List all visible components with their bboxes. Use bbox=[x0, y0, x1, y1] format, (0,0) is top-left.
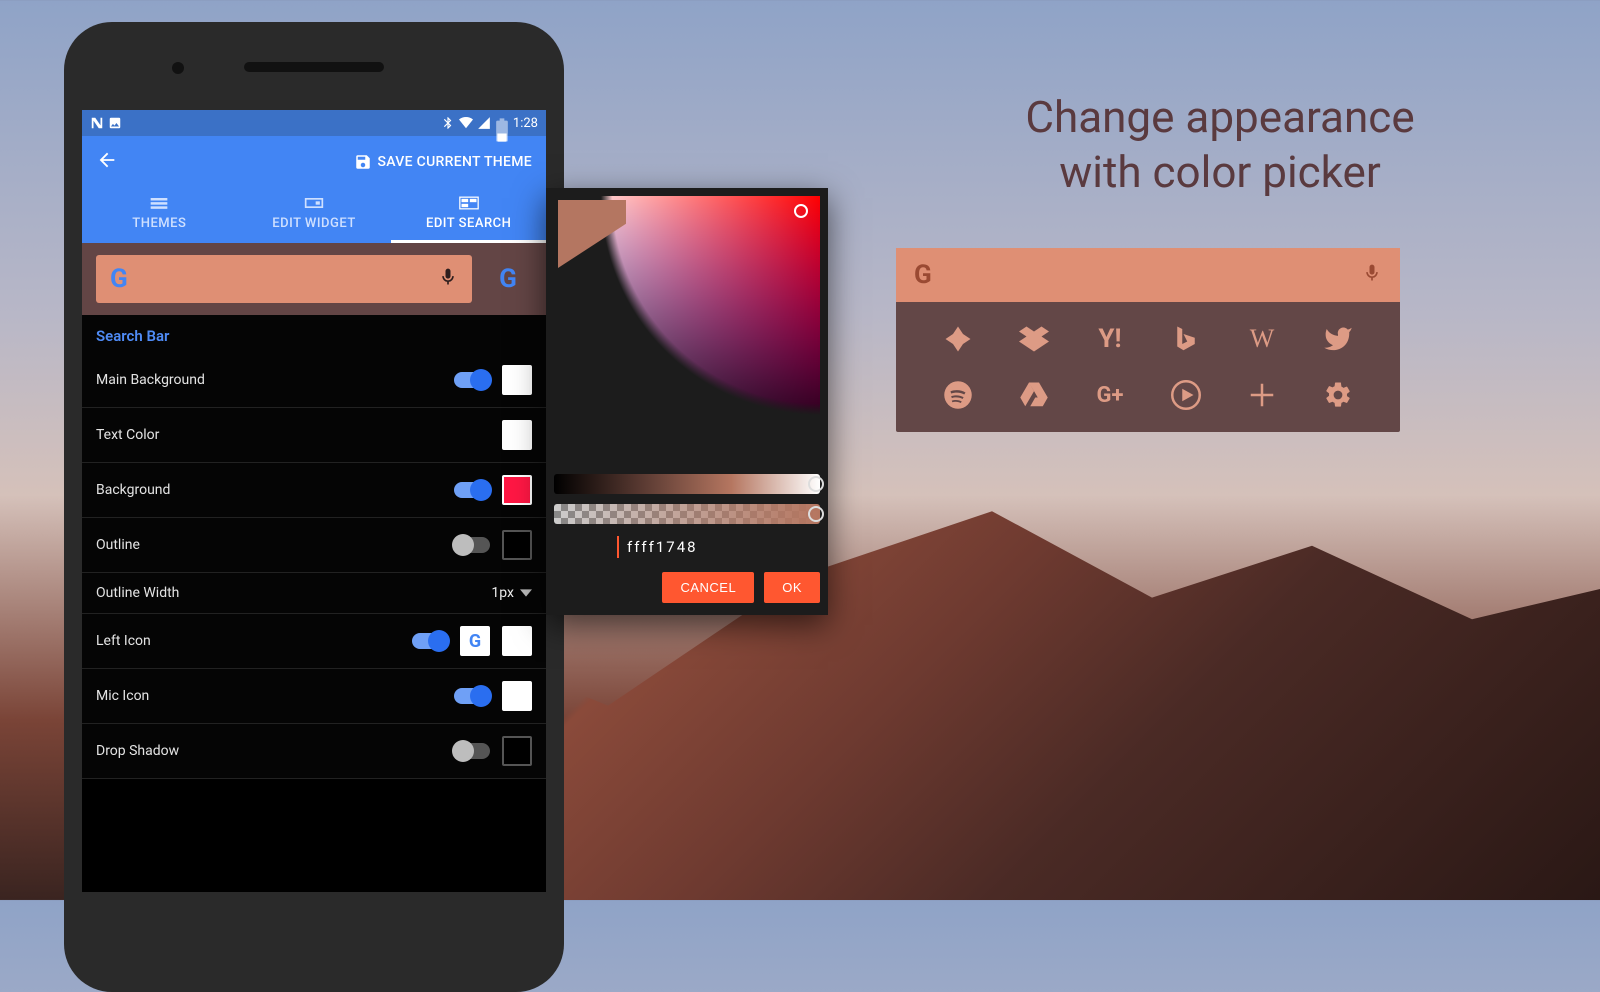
color-picker-dialog: CANCEL OK bbox=[546, 188, 828, 615]
clock-text: 1:28 bbox=[513, 116, 538, 131]
google-icon-swatch[interactable]: G bbox=[460, 626, 490, 656]
row-drop-shadow[interactable]: Drop Shadow bbox=[82, 724, 546, 779]
slider-thumb[interactable] bbox=[808, 506, 824, 522]
ok-button[interactable]: OK bbox=[764, 572, 820, 603]
row-label: Outline bbox=[96, 537, 140, 553]
tab-label: EDIT WIDGET bbox=[272, 216, 356, 231]
phone-camera bbox=[172, 62, 184, 74]
image-icon bbox=[108, 116, 122, 130]
headline-line2: with color picker bbox=[900, 145, 1540, 200]
row-label: Background bbox=[96, 482, 170, 498]
row-main-background[interactable]: Main Background bbox=[82, 353, 546, 408]
row-outline-width[interactable]: Outline Width 1px bbox=[82, 573, 546, 614]
back-icon[interactable] bbox=[96, 149, 118, 175]
save-theme-label: SAVE CURRENT THEME bbox=[378, 154, 532, 170]
google-plus-icon[interactable]: G+ bbox=[1072, 380, 1148, 410]
bing-icon[interactable] bbox=[1148, 324, 1224, 354]
spotify-icon[interactable] bbox=[920, 380, 996, 410]
tab-label: THEMES bbox=[132, 216, 186, 231]
battery-icon bbox=[495, 116, 509, 130]
outline-width-dropdown[interactable]: 1px bbox=[491, 585, 532, 601]
wifi-icon bbox=[459, 116, 473, 130]
row-outline[interactable]: Outline bbox=[82, 518, 546, 573]
mic-icon[interactable] bbox=[1362, 263, 1382, 287]
bluetooth-icon bbox=[441, 116, 455, 130]
preview-search-bar: G bbox=[96, 255, 472, 303]
tab-themes[interactable]: THEMES bbox=[82, 188, 237, 243]
row-label: Outline Width bbox=[96, 585, 179, 601]
hue-slider[interactable] bbox=[554, 474, 820, 494]
row-label: Text Color bbox=[96, 427, 159, 443]
row-label: Left Icon bbox=[96, 633, 151, 649]
section-title: Search Bar bbox=[82, 315, 546, 353]
wikipedia-icon[interactable]: W bbox=[1224, 324, 1300, 354]
row-text-color[interactable]: Text Color bbox=[82, 408, 546, 463]
phone-frame: 1:28 SAVE CURRENT THEME THEMES bbox=[64, 22, 564, 992]
search-preview: G G bbox=[82, 243, 546, 315]
photos-icon[interactable] bbox=[920, 324, 996, 354]
row-label: Main Background bbox=[96, 372, 205, 388]
alpha-slider[interactable] bbox=[554, 504, 820, 524]
tab-edit-search[interactable]: EDIT SEARCH bbox=[391, 188, 546, 243]
google-g-icon: G bbox=[110, 264, 128, 294]
row-background[interactable]: Background bbox=[82, 463, 546, 518]
toggle[interactable] bbox=[454, 537, 490, 553]
widget-icon-grid: Y! W G+ bbox=[896, 302, 1400, 414]
google-g-icon: G bbox=[914, 260, 932, 290]
color-swatch[interactable] bbox=[502, 736, 532, 766]
color-swatch[interactable] bbox=[502, 530, 532, 560]
color-swatch[interactable] bbox=[502, 420, 532, 450]
save-theme-button[interactable]: SAVE CURRENT THEME bbox=[354, 153, 532, 171]
tab-edit-widget[interactable]: EDIT WIDGET bbox=[237, 188, 392, 243]
color-swatch[interactable] bbox=[502, 626, 532, 656]
dropdown-value: 1px bbox=[491, 585, 514, 601]
toggle[interactable] bbox=[412, 633, 448, 649]
row-mic-icon[interactable]: Mic Icon bbox=[82, 669, 546, 724]
play-music-icon[interactable] bbox=[1148, 380, 1224, 410]
sv-cursor[interactable] bbox=[794, 204, 808, 218]
cell-signal-icon bbox=[477, 116, 491, 130]
phone-screen: 1:28 SAVE CURRENT THEME THEMES bbox=[82, 110, 546, 892]
row-left-icon[interactable]: Left Icon G bbox=[82, 614, 546, 669]
search-widget: G Y! W G+ bbox=[896, 248, 1400, 432]
color-swatch[interactable] bbox=[502, 475, 532, 505]
statusbar: 1:28 bbox=[82, 110, 546, 136]
toggle[interactable] bbox=[454, 482, 490, 498]
cancel-button[interactable]: CANCEL bbox=[662, 572, 754, 603]
slider-thumb[interactable] bbox=[808, 476, 824, 492]
twitter-icon[interactable] bbox=[1300, 324, 1376, 354]
headline: Change appearance with color picker bbox=[900, 90, 1540, 200]
appbar: SAVE CURRENT THEME THEMES EDIT WIDGET ED… bbox=[82, 136, 546, 243]
drive-icon[interactable] bbox=[996, 380, 1072, 410]
saturation-value-area[interactable] bbox=[554, 196, 820, 464]
dropbox-icon[interactable] bbox=[996, 324, 1072, 354]
selected-color-preview bbox=[558, 200, 626, 268]
widget-search-bar[interactable]: G bbox=[896, 248, 1400, 302]
mic-icon bbox=[438, 267, 458, 291]
headline-line1: Change appearance bbox=[900, 90, 1540, 145]
phone-speaker bbox=[244, 62, 384, 72]
settings-icon[interactable] bbox=[1300, 380, 1376, 410]
row-label: Mic Icon bbox=[96, 688, 149, 704]
toggle[interactable] bbox=[454, 372, 490, 388]
row-label: Drop Shadow bbox=[96, 743, 179, 759]
n-preview-icon bbox=[90, 116, 104, 130]
toggle[interactable] bbox=[454, 743, 490, 759]
google-g-standalone-icon: G bbox=[484, 264, 532, 294]
tab-bar: THEMES EDIT WIDGET EDIT SEARCH bbox=[82, 188, 546, 243]
hex-input[interactable] bbox=[617, 536, 757, 558]
yahoo-icon[interactable]: Y! bbox=[1072, 324, 1148, 354]
toggle[interactable] bbox=[454, 688, 490, 704]
add-icon[interactable] bbox=[1224, 380, 1300, 410]
color-swatch[interactable] bbox=[502, 681, 532, 711]
color-swatch[interactable] bbox=[502, 365, 532, 395]
tab-label: EDIT SEARCH bbox=[426, 216, 511, 231]
